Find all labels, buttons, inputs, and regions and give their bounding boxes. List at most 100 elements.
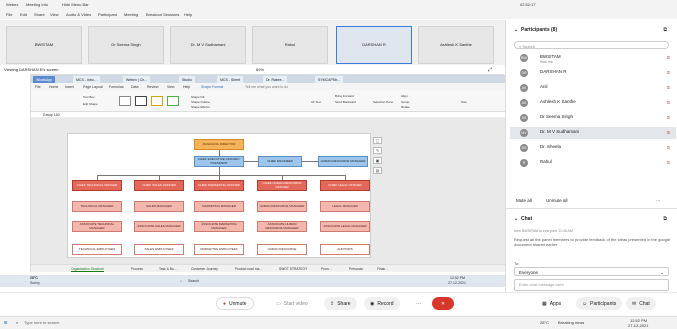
align-button[interactable]: Align [401, 94, 408, 98]
more-button[interactable]: ⋯ [410, 297, 427, 310]
menu-page-layout[interactable]: Page Layout [83, 85, 103, 89]
chat-input[interactable]: Enter chat message here [514, 279, 669, 291]
box-head[interactable]: CHIEF HUMAN RESOURCE OFFICER [257, 180, 307, 191]
tab[interactable]: WhatsApp [33, 76, 56, 83]
menu-formulas[interactable]: Formulas [109, 85, 124, 89]
menu-help[interactable]: Help [184, 12, 192, 17]
menu-breakout[interactable]: Breakout Sessions [146, 12, 179, 17]
menu-edit[interactable]: Edit [20, 12, 27, 17]
start-video-button[interactable]: ▭ Start video [270, 297, 314, 310]
chat-collapse-icon[interactable]: ⌄ [514, 216, 518, 222]
box-head[interactable]: CHIEF LEGAL OFFICER [320, 180, 370, 191]
video-tile[interactable]: BWSITAM [6, 26, 82, 64]
host-news[interactable]: Breaking news [558, 320, 584, 325]
box-hr-manager[interactable]: HUMAN RESOURCE MANAGER [318, 156, 368, 167]
tab[interactable]: Dr. Rakee... [263, 76, 288, 83]
box-manager[interactable]: SALES MANAGER [134, 201, 184, 212]
menu-share[interactable]: Share [34, 12, 45, 17]
sheet-tab[interactable]: Process [131, 267, 143, 271]
style-swatch[interactable] [151, 96, 163, 106]
layout-icon[interactable]: ▤ [373, 167, 382, 174]
mic-muted-icon[interactable]: ⦸ [667, 100, 670, 106]
apps-button[interactable]: ▦ Apps [536, 297, 568, 310]
participant-row[interactable]: SS Dr Seema Singh ⦸ [510, 112, 676, 124]
box-associate[interactable]: ASSOCIATE HUMAN RESOURCE MANAGER [257, 221, 307, 232]
sheet-tab[interactable]: Customer Journey [191, 267, 218, 271]
mic-muted-icon[interactable]: ⦸ [667, 55, 670, 61]
sheet-tab[interactable]: Task & Bu... [159, 267, 177, 271]
box-manager[interactable]: TECHNICAL MANAGER [72, 201, 122, 212]
box-associate[interactable]: ASSOCIATE SALES MANAGER [134, 221, 184, 232]
box-managing-director[interactable]: MANAGING DIRECTOR [194, 139, 244, 150]
leave-button[interactable]: ✕ [432, 297, 454, 310]
tab[interactable]: Webex | Ch... [123, 76, 151, 83]
box-chief-engineer[interactable]: CHIEF ENGINEER [258, 156, 302, 167]
shape-fill-button[interactable]: Shape Fill [191, 95, 204, 99]
mic-muted-icon[interactable]: ⦸ [667, 115, 670, 121]
video-tile[interactable]: Rahul [252, 26, 328, 64]
unmute-all-button[interactable]: Unmute all [546, 198, 568, 203]
box-manager[interactable]: LEGAL MANAGER [320, 201, 370, 212]
participant-row[interactable]: DR DARSHAN R ⦸ [510, 67, 676, 79]
menu-participant[interactable]: Participant [98, 12, 117, 17]
menu-view[interactable]: View [50, 12, 59, 17]
box-associate[interactable]: ASSOCIATE MARKETING MANAGER [194, 221, 244, 232]
name-box[interactable]: Group 140 [43, 113, 60, 117]
menu-review[interactable]: Review [147, 85, 158, 89]
video-tile[interactable]: Dr Seema Singh [88, 26, 164, 64]
participant-row[interactable]: DS Dr. Sheela ⦸ [510, 142, 676, 154]
mic-muted-icon[interactable]: ⦸ [667, 145, 670, 151]
send-backward-button[interactable]: Send Backward [335, 100, 356, 104]
tab[interactable]: MCS - Sheet [217, 76, 244, 83]
taskbar-search[interactable]: Search [188, 279, 199, 283]
pen-icon[interactable]: ✎ [373, 147, 382, 154]
mic-muted-icon[interactable]: ⦸ [667, 70, 670, 76]
menu-view[interactable]: View [167, 85, 175, 89]
share-button[interactable]: ⇪ Share [324, 297, 357, 310]
participant-row[interactable]: AS Ashlesh K Santhe ⦸ [510, 97, 676, 109]
box-associate[interactable]: ASSOCIATE LEGAL MANAGER [320, 221, 370, 232]
sheet-tab-active[interactable]: Organization Structure [71, 267, 104, 271]
participants-button[interactable]: ☺ Participants [576, 297, 623, 310]
sheet-tab[interactable]: Personas [349, 267, 363, 271]
rotate-button[interactable]: Rotate [401, 105, 410, 109]
tab[interactable]: MCS - Inbo... [73, 76, 100, 83]
sheet-tab[interactable]: Prom... [321, 267, 332, 271]
mic-muted-icon[interactable]: ⦸ [667, 85, 670, 91]
shape-effects-button[interactable]: Shape Effects [191, 105, 210, 109]
style-swatch[interactable] [135, 96, 147, 106]
menu-file[interactable]: File [6, 12, 12, 17]
share-zoom[interactable]: 69% [256, 67, 264, 72]
menu-help[interactable]: Help [183, 85, 190, 89]
sheet-tab[interactable]: Finan... [377, 267, 388, 271]
sheet-tab[interactable]: SWOT STRATEGY [279, 267, 307, 271]
chat-recipient-select[interactable]: Everyone ⌄ [514, 267, 669, 276]
tab[interactable]: SYMCAPStr... [315, 76, 343, 83]
box-head[interactable]: CHIEF MARKETING OFFICER [194, 180, 244, 191]
menu-insert[interactable]: Insert [65, 85, 74, 89]
tab[interactable]: Studio [179, 76, 195, 83]
shape-outline-button[interactable]: Shape Outline [191, 100, 210, 104]
popout-icon[interactable]: ⧉ [663, 27, 667, 33]
sheet-tab[interactable]: Product road ma... [235, 267, 262, 271]
host-search-box[interactable]: Type here to search [24, 320, 59, 325]
box-employees[interactable]: MARKETING EMPLOYEES [194, 244, 244, 255]
image-icon[interactable]: ▣ [373, 157, 382, 164]
menu-file[interactable]: File [35, 85, 41, 89]
selection-pane-button[interactable]: Selection Pane [373, 100, 393, 104]
menu-meeting[interactable]: Meeting [124, 12, 138, 17]
box-head[interactable]: CHIEF SALES OFFICER [134, 180, 184, 191]
style-swatch[interactable] [119, 96, 131, 106]
format-icon[interactable]: ▢ [373, 137, 382, 144]
box-head[interactable]: CHIEF TECHNICAL OFFICER [72, 180, 122, 191]
alt-text-button[interactable]: Alt Text [311, 100, 321, 104]
box-employees[interactable]: AUDITORS [320, 244, 370, 255]
bring-forward-button[interactable]: Bring Forward [335, 94, 354, 98]
style-swatch[interactable] [167, 96, 179, 106]
participant-row-selected[interactable]: MV Dr. M V Sudhamani ⦸ [510, 127, 676, 139]
video-tile-active[interactable]: DARSHAN R [336, 26, 412, 64]
menu-home[interactable]: Home [49, 85, 58, 89]
box-employees[interactable]: SALES EMPLOYEES [134, 244, 184, 255]
video-tile[interactable]: Ashlesh K Santhe [418, 26, 494, 64]
group-button[interactable]: Group [401, 100, 409, 104]
